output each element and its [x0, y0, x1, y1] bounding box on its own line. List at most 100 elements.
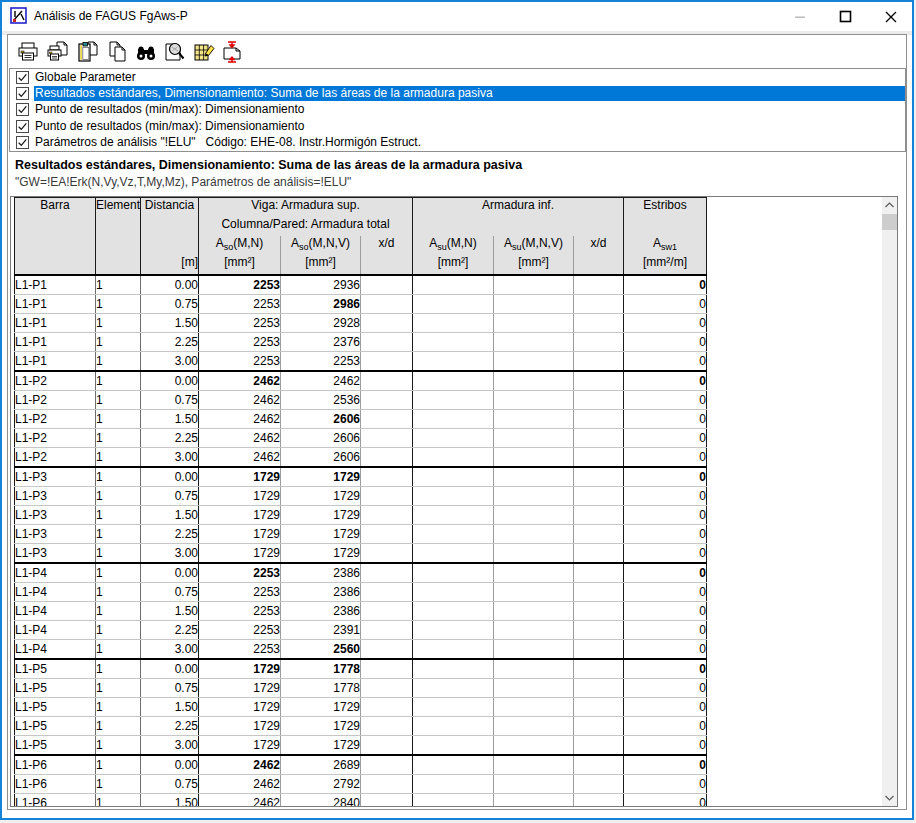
cell-as0mn: 2462	[199, 755, 281, 775]
table-row: L1-P610.75246227920	[15, 774, 707, 793]
cell-as0mn: 1729	[199, 467, 281, 487]
fit-page-height-icon[interactable]	[220, 40, 244, 64]
cell-as0mnv: 2391	[281, 620, 361, 639]
cell-as0mnv: 2792	[281, 774, 361, 793]
list-item-label[interactable]: Parámetros de análisis "!ELU" Código: EH…	[34, 135, 424, 150]
cell-xd2	[574, 601, 624, 620]
list-item[interactable]: Resultados estándares, Dimensionamiento:…	[10, 85, 905, 101]
scroll-down-button[interactable]	[882, 790, 897, 806]
cell-xd1	[361, 409, 413, 428]
cell-asw1: 0	[624, 697, 707, 716]
find-icon[interactable]	[134, 40, 158, 64]
cell-elem: 1	[96, 716, 141, 735]
cell-xd1	[361, 601, 413, 620]
close-button[interactable]	[868, 2, 913, 31]
list-item[interactable]: Globale Parameter	[10, 69, 905, 85]
print-icon[interactable]	[16, 40, 40, 64]
cell-asumn	[413, 793, 494, 807]
cell-xd1	[361, 716, 413, 735]
table-row: L1-P210.75246225360	[15, 390, 707, 409]
cell-xd2	[574, 793, 624, 807]
cell-xd1	[361, 659, 413, 679]
cell-elem: 1	[96, 774, 141, 793]
cell-xd1	[361, 505, 413, 524]
cell-asumnv	[494, 275, 574, 295]
cell-asumn	[413, 428, 494, 447]
cell-xd1	[361, 793, 413, 807]
cell-barra: L1-P5	[15, 697, 96, 716]
table-row: L1-P312.25172917290	[15, 524, 707, 543]
cell-xd1	[361, 755, 413, 775]
zoom-page-icon[interactable]	[162, 40, 186, 64]
cell-as0mnv: 1729	[281, 697, 361, 716]
copy-icon[interactable]	[105, 40, 129, 64]
cell-as0mn: 2462	[199, 447, 281, 467]
cell-barra: L1-P6	[15, 774, 96, 793]
list-item[interactable]: Punto de resultados (min/max): Dimension…	[10, 102, 905, 118]
cell-barra: L1-P3	[15, 467, 96, 487]
cell-asumnv	[494, 313, 574, 332]
list-item-label[interactable]: Globale Parameter	[34, 70, 139, 85]
checkbox-checked-icon[interactable]	[16, 71, 29, 84]
cell-asw1: 0	[624, 371, 707, 391]
cell-as0mnv: 2536	[281, 390, 361, 409]
cell-asumn	[413, 755, 494, 775]
cell-dist: 1.50	[141, 793, 199, 807]
col-header-distancia: Distancia	[141, 198, 199, 255]
cell-xd1	[361, 639, 413, 659]
cell-asw1: 0	[624, 601, 707, 620]
cell-barra: L1-P5	[15, 716, 96, 735]
cell-barra: L1-P1	[15, 275, 96, 295]
checkbox-checked-icon[interactable]	[16, 103, 29, 116]
cell-asumn	[413, 601, 494, 620]
cell-xd2	[574, 371, 624, 391]
minimize-button[interactable]	[777, 2, 822, 31]
cell-barra: L1-P3	[15, 543, 96, 563]
table-row: L1-P610.00246226890	[15, 755, 707, 775]
cell-barra: L1-P5	[15, 735, 96, 755]
vertical-scrollbar[interactable]	[882, 197, 897, 806]
cell-xd2	[574, 678, 624, 697]
scroll-thumb[interactable]	[882, 214, 897, 230]
cell-xd2	[574, 428, 624, 447]
cell-asumn	[413, 467, 494, 487]
list-item[interactable]: Parámetros de análisis "!ELU" Código: EH…	[10, 135, 905, 151]
cell-elem: 1	[96, 486, 141, 505]
cell-as0mn: 2462	[199, 390, 281, 409]
table-row: L1-P310.00172917290	[15, 467, 707, 487]
list-item-label[interactable]: Punto de resultados (min/max): Dimension…	[34, 102, 307, 117]
list-item[interactable]: Punto de resultados (min/max): Dimension…	[10, 118, 905, 134]
list-item-label[interactable]: Resultados estándares, Dimensionamiento:…	[34, 86, 905, 101]
cell-as0mnv: 2689	[281, 755, 361, 775]
unit-mm2-1: [mm²]	[199, 255, 281, 275]
table-row: L1-P110.00225329360	[15, 275, 707, 295]
checkbox-checked-icon[interactable]	[16, 136, 29, 149]
chevron-up-icon	[885, 202, 894, 208]
table-row: L1-P410.00225323860	[15, 563, 707, 583]
cell-asumn	[413, 639, 494, 659]
report-viewport: Barra Elemento Distancia Viga: Armadura …	[10, 196, 898, 807]
checkbox-checked-icon[interactable]	[16, 87, 29, 100]
cell-elem: 1	[96, 332, 141, 351]
cell-elem: 1	[96, 659, 141, 679]
cell-xd2	[574, 409, 624, 428]
cell-as0mnv: 2386	[281, 601, 361, 620]
table-row: L1-P212.25246226060	[15, 428, 707, 447]
cell-as0mnv: 2606	[281, 447, 361, 467]
list-item-label[interactable]: Punto de resultados (min/max): Dimension…	[34, 119, 307, 134]
cell-asumn	[413, 678, 494, 697]
cell-asumnv	[494, 716, 574, 735]
cell-xd1	[361, 582, 413, 601]
scroll-up-button[interactable]	[882, 197, 897, 213]
cell-xd2	[574, 659, 624, 679]
cell-xd1	[361, 275, 413, 295]
cell-asumnv	[494, 351, 574, 371]
cell-elem: 1	[96, 620, 141, 639]
paste-icon[interactable]	[76, 40, 100, 64]
edit-table-icon[interactable]	[192, 40, 216, 64]
checkbox-checked-icon[interactable]	[16, 120, 29, 133]
print-preview-icon[interactable]	[46, 40, 70, 64]
cell-xd2	[574, 390, 624, 409]
maximize-button[interactable]	[823, 2, 868, 31]
cell-as0mnv: 2386	[281, 582, 361, 601]
